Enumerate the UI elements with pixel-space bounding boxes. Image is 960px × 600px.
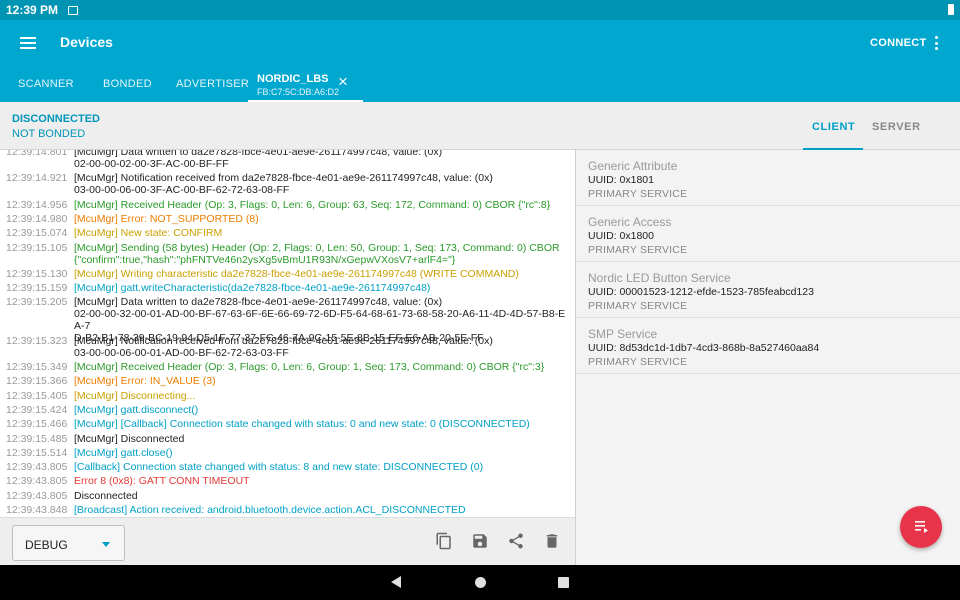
log-timestamp: 12:39:15.514: [6, 446, 68, 459]
share-icon[interactable]: [507, 532, 525, 550]
service-uuid: UUID: 00001523-1212-efde-1523-785feabcd1…: [588, 286, 814, 298]
log-timestamp: 12:39:15.405: [6, 389, 68, 402]
tab-advertiser[interactable]: ADVERTISER: [176, 78, 249, 90]
bond-state: NOT BONDED: [12, 128, 86, 140]
log-timestamp: 12:39:15.466: [6, 418, 68, 431]
log-message: [Broadcast] Action received: android.blu…: [74, 504, 466, 516]
log-message: [McuMgr] Writing characteristic da2e7828…: [74, 267, 519, 280]
playlist-icon: [915, 521, 928, 533]
log-timestamp: 12:39:14.956: [6, 198, 68, 211]
log-message: [McuMgr] Received Header (Op: 3, Flags: …: [74, 198, 551, 211]
log-timestamp: 12:39:15.105: [6, 241, 68, 254]
log-panel[interactable]: 12:39:14.801 [McuMgr] Data written to da2…: [0, 150, 575, 517]
connect-button[interactable]: CONNECT: [870, 37, 927, 49]
service-item[interactable]: Generic Access UUID: 0x1800 PRIMARY SERV…: [576, 206, 960, 262]
recents-icon[interactable]: [558, 577, 569, 588]
service-name: Generic Attribute: [588, 159, 678, 173]
log-message: [McuMgr] New state: CONFIRM: [74, 227, 223, 240]
log-level-dropdown[interactable]: DEBUG: [12, 525, 125, 561]
log-message: [Callback] Connection state changed with…: [74, 461, 484, 474]
image-icon: [68, 5, 79, 15]
log-timestamp: 12:39:43.805: [6, 461, 68, 474]
clock: 12:39 PM: [6, 3, 59, 17]
log-timestamp: 12:39:15.074: [6, 227, 68, 240]
app-bar: Devices CONNECT SCANNER BONDED ADVERTISE…: [0, 20, 960, 102]
battery-icon: [948, 4, 954, 15]
more-vert-icon[interactable]: [935, 36, 939, 50]
close-icon[interactable]: ×: [338, 73, 348, 90]
log-timestamp: 12:39:43.805: [6, 489, 68, 502]
tab-bonded[interactable]: BONDED: [103, 78, 152, 90]
log-timestamp: 12:39:15.485: [6, 432, 68, 445]
log-timestamp: 12:39:15.323: [6, 334, 68, 347]
log-timestamp: 12:39:15.349: [6, 361, 68, 373]
back-icon[interactable]: [391, 576, 401, 588]
log-message: [McuMgr] Notification received from da2e…: [74, 334, 493, 359]
delete-icon[interactable]: [543, 532, 561, 550]
service-type: PRIMARY SERVICE: [588, 356, 688, 368]
log-message: [McuMgr] Error: NOT_SUPPORTED (8): [74, 212, 259, 225]
connection-header: DISCONNECTED NOT BONDED CLIENT SERVER: [0, 102, 960, 150]
service-uuid: UUID: 0x1801: [588, 174, 654, 186]
log-timestamp: 12:39:15.424: [6, 403, 68, 416]
log-timestamp: 12:39:15.130: [6, 267, 68, 280]
device-address: FB:C7:5C:DB:A6:D2: [257, 87, 340, 97]
status-bar: 12:39 PM: [0, 0, 960, 20]
log-message: Error 8 (0x8): GATT CONN TIMEOUT: [74, 475, 250, 488]
log-timestamp: 12:39:14.801: [6, 150, 68, 158]
log-message: [McuMgr] Data written to da2e7828-fbce-4…: [74, 150, 443, 170]
log-toolbar: DEBUG: [0, 517, 575, 565]
log-fab-button[interactable]: [900, 506, 942, 548]
log-level-value: DEBUG: [25, 538, 68, 552]
service-name: Nordic LED Button Service: [588, 271, 731, 285]
service-uuid: UUID: 0x1800: [588, 230, 654, 242]
app-title: Devices: [60, 34, 113, 50]
log-message: [McuMgr] Error: IN_VALUE (3): [74, 375, 216, 388]
tab-server[interactable]: SERVER: [872, 121, 921, 133]
service-type: PRIMARY SERVICE: [588, 244, 688, 256]
dropdown-arrow-icon: [102, 542, 110, 547]
log-timestamp: 12:39:15.366: [6, 375, 68, 388]
log-message: [McuMgr] Notification received from da2e…: [74, 172, 493, 197]
log-timestamp: 12:39:14.921: [6, 172, 68, 185]
services-panel: Generic Attribute UUID: 0x1801 PRIMARY S…: [576, 150, 960, 565]
connection-state: DISCONNECTED: [12, 113, 101, 125]
service-name: Generic Access: [588, 215, 672, 229]
log-message: [McuMgr] gatt.close(): [74, 446, 173, 459]
tab-device[interactable]: NORDIC_LBS FB:C7:5C:DB:A6:D2 ×: [248, 72, 363, 102]
log-timestamp: 12:39:14.980: [6, 212, 68, 225]
log-message: [McuMgr] Sending (58 bytes) Header (Op: …: [74, 241, 560, 266]
log-message: [McuMgr] gatt.writeCharacteristic(da2e78…: [74, 282, 431, 295]
log-message: [McuMgr] [Callback] Connection state cha…: [74, 418, 530, 431]
service-uuid: UUID: 8d53dc1d-1db7-4cd3-868b-8a527460aa…: [588, 342, 820, 354]
log-message: [McuMgr] gatt.disconnect(): [74, 403, 199, 416]
log-timestamp: 12:39:43.805: [6, 475, 68, 488]
menu-icon[interactable]: [20, 37, 36, 49]
device-name: NORDIC_LBS: [257, 73, 329, 85]
log-timestamp: 12:39:15.205: [6, 296, 68, 309]
service-type: PRIMARY SERVICE: [588, 188, 688, 200]
tab-client[interactable]: CLIENT: [812, 121, 855, 133]
copy-icon[interactable]: [435, 532, 453, 550]
service-name: SMP Service: [588, 327, 658, 341]
log-message: [McuMgr] Received Header (Op: 3, Flags: …: [74, 361, 545, 373]
log-timestamp: 12:39:15.159: [6, 282, 68, 295]
service-type: PRIMARY SERVICE: [588, 300, 688, 312]
service-item[interactable]: Nordic LED Button Service UUID: 00001523…: [576, 262, 960, 318]
home-icon[interactable]: [475, 577, 486, 588]
log-message: Disconnected: [74, 489, 138, 502]
log-timestamp: 12:39:43.848: [6, 504, 68, 516]
log-message: [McuMgr] Disconnected: [74, 432, 185, 445]
service-item[interactable]: Generic Attribute UUID: 0x1801 PRIMARY S…: [576, 150, 960, 206]
system-nav-bar: [0, 565, 960, 600]
save-icon[interactable]: [471, 532, 489, 550]
log-message: [McuMgr] Disconnecting...: [74, 389, 196, 402]
tab-scanner[interactable]: SCANNER: [18, 78, 74, 90]
service-item[interactable]: SMP Service UUID: 8d53dc1d-1db7-4cd3-868…: [576, 318, 960, 374]
